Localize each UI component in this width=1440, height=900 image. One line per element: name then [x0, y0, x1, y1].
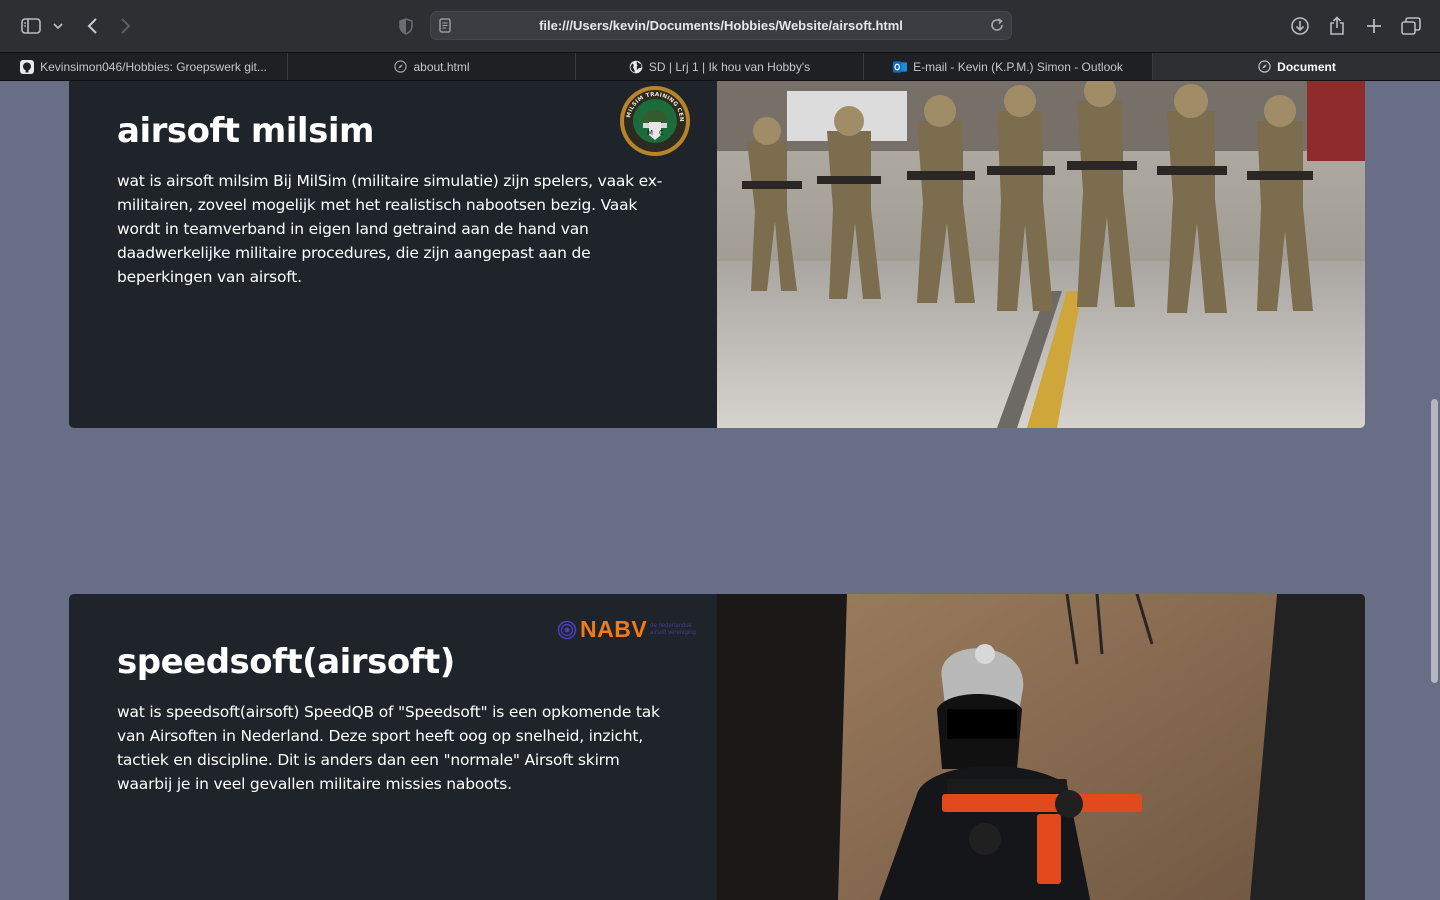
milsim-title: airsoft milsim: [117, 111, 374, 151]
tab-label: about.html: [413, 59, 470, 74]
svg-text:M: M: [647, 129, 653, 137]
milsim-description: wat is airsoft milsim Bij MilSim (milita…: [117, 172, 663, 286]
download-icon[interactable]: [1288, 12, 1312, 40]
tab-bar: Kevinsimon046/Hobbies: Groepswerk git...…: [0, 52, 1440, 81]
speedsoft-title: speedsoft(airsoft): [117, 642, 455, 682]
tab-outlook[interactable]: E-mail - Kevin (K.P.M.) Simon - Outlook: [864, 53, 1153, 80]
page-viewport[interactable]: airsoft milsim wat is airsoft milsim Bij…: [0, 81, 1440, 900]
globe-icon: [629, 60, 643, 74]
outlook-icon: [893, 60, 908, 74]
tab-github[interactable]: Kevinsimon046/Hobbies: Groepswerk git...: [0, 53, 288, 80]
tab-label: SD | Lrj 1 | Ik hou van Hobby's: [648, 59, 811, 74]
reload-icon[interactable]: [989, 17, 1005, 37]
privacy-shield-icon[interactable]: [394, 12, 418, 40]
speedsoft-description: wat is speedsoft(airsoft) SpeedQB of "Sp…: [117, 703, 660, 793]
scrollbar-thumb[interactable]: [1431, 399, 1438, 683]
forward-icon[interactable]: [114, 12, 138, 40]
compass-icon: [393, 60, 407, 74]
milsim-training-centrum-logo: M C MILSIM TRAINING CENTRUM: [619, 85, 690, 156]
milsim-text-block: airsoft milsim wat is airsoft milsim Bij…: [117, 111, 677, 289]
url-text[interactable]: file:///Users/kevin/Documents/Hobbies/We…: [431, 18, 1011, 33]
chevron-down-icon[interactable]: [50, 12, 66, 40]
nabv-subtitle: de nederlandse airsoft vereniging: [650, 622, 696, 636]
milsim-card: airsoft milsim wat is airsoft milsim Bij…: [69, 81, 1365, 428]
tab-overview-icon[interactable]: [1399, 12, 1423, 40]
new-tab-icon[interactable]: [1362, 12, 1386, 40]
compass-icon: [1257, 60, 1271, 74]
milsim-soldiers-photo: [717, 81, 1365, 428]
nabv-target-icon: [557, 620, 577, 639]
speedsoft-card: NABV de nederlandse airsoft vereniging s…: [69, 594, 1365, 900]
tab-label: Kevinsimon046/Hobbies: Groepswerk git...: [40, 59, 267, 74]
tab-about[interactable]: about.html: [288, 53, 576, 80]
tab-label: E-mail - Kevin (K.P.M.) Simon - Outlook: [913, 59, 1123, 74]
address-bar[interactable]: file:///Users/kevin/Documents/Hobbies/We…: [430, 11, 1012, 40]
svg-text:C: C: [659, 129, 664, 137]
sidebar-toggle-icon[interactable]: [18, 12, 44, 40]
tab-document[interactable]: Document: [1153, 53, 1440, 80]
speedsoft-text-block: speedsoft(airsoft) wat is speedsoft(airs…: [117, 642, 677, 796]
page-scrollbar[interactable]: [1428, 81, 1440, 900]
back-icon[interactable]: [80, 12, 104, 40]
tab-label: Document: [1277, 59, 1336, 74]
share-icon[interactable]: [1325, 12, 1349, 40]
speedsoft-player-photo: [717, 594, 1365, 900]
nabv-logo: NABV de nederlandse airsoft vereniging: [557, 616, 706, 643]
nabv-wordmark: NABV: [580, 616, 648, 642]
tab-hobbys[interactable]: SD | Lrj 1 | Ik hou van Hobby's: [576, 53, 864, 80]
browser-toolbar: file:///Users/kevin/Documents/Hobbies/We…: [0, 0, 1440, 52]
github-icon: [20, 59, 35, 74]
